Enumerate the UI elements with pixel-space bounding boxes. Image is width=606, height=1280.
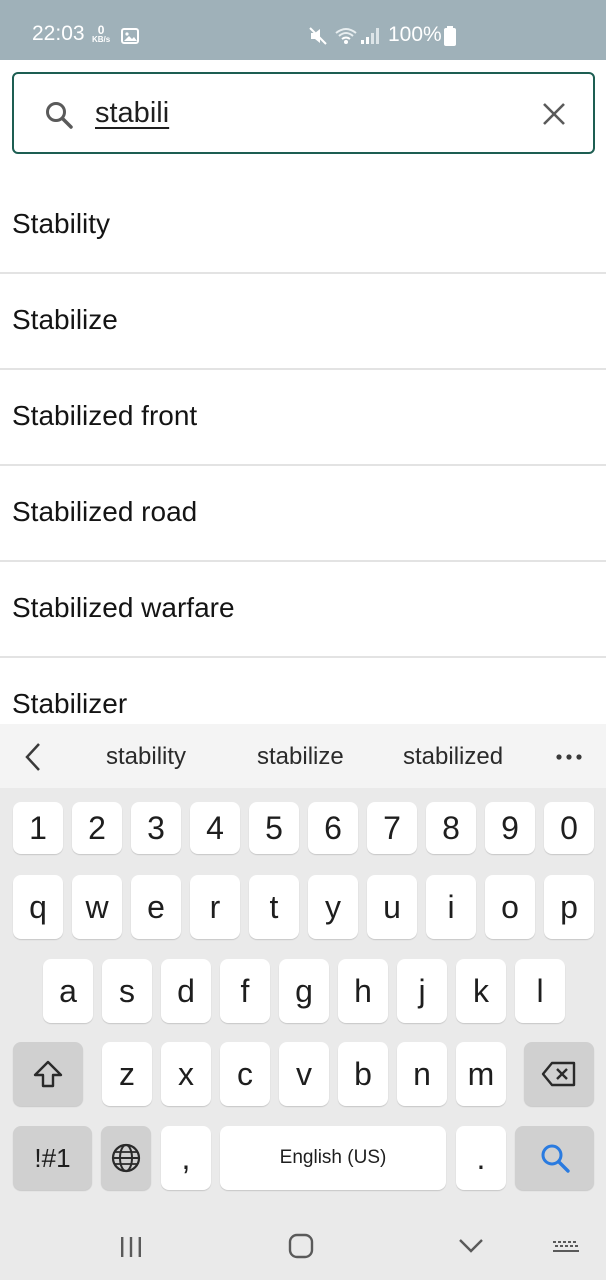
key-4[interactable]: 4 xyxy=(190,802,240,854)
search-icon xyxy=(46,102,73,129)
suggestion-label: Stabilized front xyxy=(12,400,198,431)
key-u[interactable]: u xyxy=(367,875,417,939)
suggestion-item[interactable]: Stabilizer xyxy=(0,658,606,724)
keyboard-icon[interactable] xyxy=(552,1240,580,1254)
suggestion-item[interactable]: Stabilize xyxy=(0,274,606,370)
key-e[interactable]: e xyxy=(131,875,181,939)
status-time: 22:03 xyxy=(32,22,85,45)
signal-icon xyxy=(361,28,379,44)
shift-key[interactable] xyxy=(13,1042,83,1106)
key-o[interactable]: o xyxy=(485,875,535,939)
suggestion-label: Stabilize xyxy=(12,304,118,335)
suggestion-label: Stabilized road xyxy=(12,496,198,527)
key-9[interactable]: 9 xyxy=(485,802,535,854)
suggestion-item[interactable]: Stability xyxy=(0,178,606,274)
shift-icon xyxy=(33,1060,63,1088)
status-bar: 22:03 0 KB/s 100% xyxy=(0,0,606,60)
key-5[interactable]: 5 xyxy=(249,802,299,854)
key-1[interactable]: 1 xyxy=(13,802,63,854)
key-j[interactable]: j xyxy=(397,959,447,1023)
period-key[interactable]: . xyxy=(456,1126,506,1190)
gallery-notification-icon xyxy=(121,28,139,44)
key-n[interactable]: n xyxy=(397,1042,447,1106)
key-i[interactable]: i xyxy=(426,875,476,939)
backspace-icon xyxy=(541,1061,576,1087)
close-icon[interactable] xyxy=(542,102,566,126)
search-input[interactable]: stabili xyxy=(95,97,169,130)
key-8[interactable]: 8 xyxy=(426,802,476,854)
suggestion-item[interactable]: Stabilized road xyxy=(0,466,606,562)
key-l[interactable]: l xyxy=(515,959,565,1023)
chevron-down-icon[interactable] xyxy=(458,1238,484,1254)
globe-icon xyxy=(111,1143,141,1173)
recents-icon[interactable] xyxy=(119,1236,143,1258)
suggestion-label: Stabilizer xyxy=(12,688,128,719)
prediction-word[interactable]: stabilized xyxy=(403,743,503,771)
key-a[interactable]: a xyxy=(43,959,93,1023)
prediction-word[interactable]: stability xyxy=(106,743,186,771)
key-r[interactable]: r xyxy=(190,875,240,939)
key-h[interactable]: h xyxy=(338,959,388,1023)
search-icon xyxy=(541,1144,570,1173)
key-7[interactable]: 7 xyxy=(367,802,417,854)
space-key[interactable]: English (US) xyxy=(220,1126,446,1190)
more-options-icon[interactable] xyxy=(556,754,582,760)
suggestion-label: Stabilized warfare xyxy=(12,592,235,623)
key-2[interactable]: 2 xyxy=(72,802,122,854)
key-z[interactable]: z xyxy=(102,1042,152,1106)
key-g[interactable]: g xyxy=(279,959,329,1023)
backspace-key[interactable] xyxy=(524,1042,594,1106)
key-x[interactable]: x xyxy=(161,1042,211,1106)
key-k[interactable]: k xyxy=(456,959,506,1023)
key-t[interactable]: t xyxy=(249,875,299,939)
key-m[interactable]: m xyxy=(456,1042,506,1106)
key-c[interactable]: c xyxy=(220,1042,270,1106)
chevron-left-icon[interactable] xyxy=(24,742,42,772)
home-icon[interactable] xyxy=(288,1233,314,1259)
key-3[interactable]: 3 xyxy=(131,802,181,854)
language-key[interactable] xyxy=(101,1126,151,1190)
suggestion-label: Stability xyxy=(12,208,111,239)
key-0[interactable]: 0 xyxy=(544,802,594,854)
suggestion-item[interactable]: Stabilized warfare xyxy=(0,562,606,658)
key-q[interactable]: q xyxy=(13,875,63,939)
key-y[interactable]: y xyxy=(308,875,358,939)
prediction-word[interactable]: stabilize xyxy=(257,743,344,771)
symbols-key[interactable]: !#1 xyxy=(13,1126,92,1190)
key-d[interactable]: d xyxy=(161,959,211,1023)
key-p[interactable]: p xyxy=(544,875,594,939)
mute-icon xyxy=(309,27,327,45)
battery-icon xyxy=(444,26,456,46)
key-6[interactable]: 6 xyxy=(308,802,358,854)
comma-key[interactable]: , xyxy=(161,1126,211,1190)
search-box[interactable]: stabili xyxy=(12,72,595,154)
key-w[interactable]: w xyxy=(72,875,122,939)
battery-percentage: 100% xyxy=(388,23,442,46)
wifi-icon xyxy=(335,28,357,44)
key-s[interactable]: s xyxy=(102,959,152,1023)
key-b[interactable]: b xyxy=(338,1042,388,1106)
key-v[interactable]: v xyxy=(279,1042,329,1106)
prediction-bar: stability stabilize stabilized xyxy=(0,724,606,788)
search-key[interactable] xyxy=(515,1126,594,1190)
key-f[interactable]: f xyxy=(220,959,270,1023)
suggestion-item[interactable]: Stabilized front xyxy=(0,370,606,466)
network-speed-unit: KB/s xyxy=(92,35,111,44)
suggestion-list: Stability Stabilize Stabilized front Sta… xyxy=(0,178,606,724)
network-speed: 0 KB/s xyxy=(92,24,110,44)
keyboard: stability stabilize stabilized 1 2 3 4 5… xyxy=(0,724,606,1280)
